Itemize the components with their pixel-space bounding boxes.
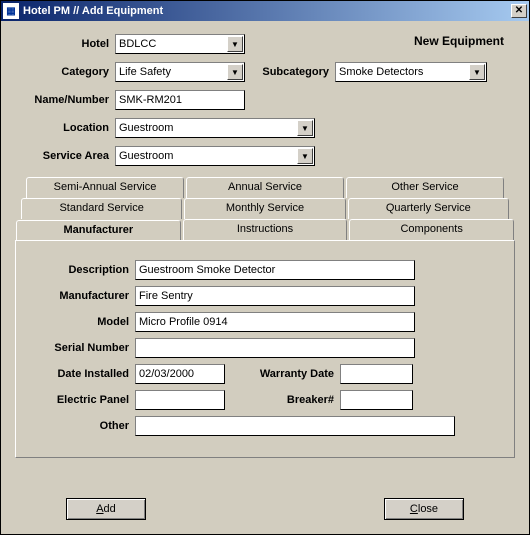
app-icon: ▦: [3, 3, 19, 19]
name-number-label: Name/Number: [15, 94, 115, 106]
dropdown-arrow-icon: ▼: [469, 64, 485, 80]
dropdown-arrow-icon: ▼: [297, 120, 313, 136]
location-label: Location: [15, 122, 115, 134]
close-button[interactable]: Close: [384, 498, 464, 520]
service-area-value: Guestroom: [119, 150, 173, 162]
name-number-input[interactable]: SMK-RM201: [115, 90, 245, 110]
description-input[interactable]: Guestroom Smoke Detector: [135, 260, 415, 280]
electric-panel-input[interactable]: [135, 390, 225, 410]
manufacturer-label: Manufacturer: [30, 290, 135, 302]
breaker-label: Breaker#: [225, 394, 340, 406]
model-label: Model: [30, 316, 135, 328]
description-value: Guestroom Smoke Detector: [139, 264, 275, 276]
tab-area: Semi-Annual Service Annual Service Other…: [15, 177, 515, 458]
name-number-value: SMK-RM201: [119, 94, 182, 106]
dropdown-arrow-icon: ▼: [227, 36, 243, 52]
manufacturer-value: Fire Sentry: [139, 290, 193, 302]
model-value: Micro Profile 0914: [139, 316, 228, 328]
tab-quarterly-service[interactable]: Quarterly Service: [348, 198, 509, 219]
add-button[interactable]: Add: [66, 498, 146, 520]
model-input[interactable]: Micro Profile 0914: [135, 312, 415, 332]
service-area-label: Service Area: [15, 150, 115, 162]
warranty-date-input[interactable]: [340, 364, 413, 384]
app-window: ▦ Hotel PM // Add Equipment ✕ New Equipm…: [0, 0, 530, 535]
client-area: Hotel BDLCC ▼ Category Life Safety ▼ Sub…: [1, 21, 529, 534]
tab-other-service[interactable]: Other Service: [346, 177, 504, 198]
category-value: Life Safety: [119, 66, 171, 78]
date-installed-input[interactable]: 02/03/2000: [135, 364, 225, 384]
location-select[interactable]: Guestroom ▼: [115, 118, 315, 138]
tab-monthly-service[interactable]: Monthly Service: [184, 198, 345, 219]
location-value: Guestroom: [119, 122, 173, 134]
other-label: Other: [30, 420, 135, 432]
category-select[interactable]: Life Safety ▼: [115, 62, 245, 82]
dropdown-arrow-icon: ▼: [297, 148, 313, 164]
serial-number-input[interactable]: [135, 338, 415, 358]
window-title: Hotel PM // Add Equipment: [23, 5, 511, 17]
window-close-button[interactable]: ✕: [511, 4, 527, 18]
bottom-buttons: Add Close: [1, 498, 529, 520]
electric-panel-label: Electric Panel: [30, 394, 135, 406]
tab-semi-annual-service[interactable]: Semi-Annual Service: [26, 177, 184, 198]
tab-rows: Semi-Annual Service Annual Service Other…: [15, 177, 515, 240]
subcategory-label: Subcategory: [245, 66, 335, 78]
hotel-label: Hotel: [15, 38, 115, 50]
top-form: Hotel BDLCC ▼ Category Life Safety ▼ Sub…: [15, 33, 515, 167]
category-label: Category: [15, 66, 115, 78]
warranty-date-label: Warranty Date: [225, 368, 340, 380]
tab-instructions[interactable]: Instructions: [183, 219, 348, 240]
manufacturer-panel: Description Guestroom Smoke Detector Man…: [15, 240, 515, 458]
other-input[interactable]: [135, 416, 455, 436]
description-label: Description: [30, 264, 135, 276]
subcategory-select[interactable]: Smoke Detectors ▼: [335, 62, 487, 82]
manufacturer-input[interactable]: Fire Sentry: [135, 286, 415, 306]
service-area-select[interactable]: Guestroom ▼: [115, 146, 315, 166]
tab-components[interactable]: Components: [349, 219, 514, 240]
subcategory-value: Smoke Detectors: [339, 66, 423, 78]
date-installed-value: 02/03/2000: [139, 368, 194, 380]
tab-annual-service[interactable]: Annual Service: [186, 177, 344, 198]
hotel-value: BDLCC: [119, 38, 156, 50]
breaker-input[interactable]: [340, 390, 413, 410]
hotel-select[interactable]: BDLCC ▼: [115, 34, 245, 54]
title-bar: ▦ Hotel PM // Add Equipment ✕: [1, 1, 529, 21]
tab-manufacturer[interactable]: Manufacturer: [16, 220, 181, 241]
date-installed-label: Date Installed: [30, 368, 135, 380]
dropdown-arrow-icon: ▼: [227, 64, 243, 80]
serial-number-label: Serial Number: [30, 342, 135, 354]
tab-standard-service[interactable]: Standard Service: [21, 198, 182, 219]
